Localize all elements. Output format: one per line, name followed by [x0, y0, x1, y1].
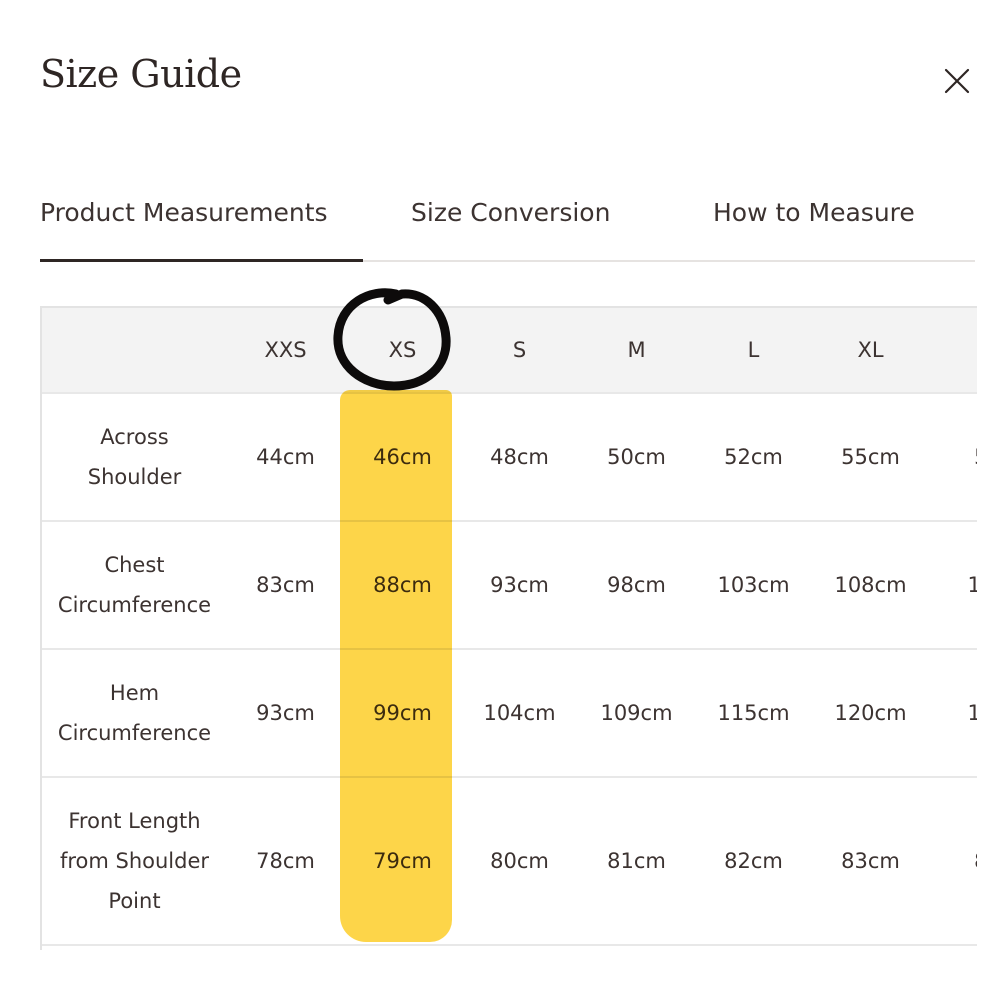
table-cell: 46cm [344, 393, 461, 522]
table-row: Across Shoulder 44cm 46cm 48cm 50cm 52cm … [42, 393, 977, 522]
row-label: Across Shoulder [42, 393, 227, 522]
table-cell: 83cm [227, 521, 344, 650]
table-cell: 108cm [812, 521, 929, 650]
table-row: Chest Circumference 83cm 88cm 93cm 98cm 1… [42, 521, 977, 650]
tab-how-to-measure[interactable]: How to Measure [713, 198, 915, 227]
table-cell: 58 [929, 393, 977, 522]
tab-product-measurements[interactable]: Product Measurements [40, 198, 328, 227]
row-label-line: Point [108, 889, 161, 913]
size-table-container[interactable]: XXS XS S M L XL X Across Shoulder 44cm 46… [40, 306, 977, 950]
row-label-line: Chest [104, 553, 165, 577]
table-cell: 125 [929, 649, 977, 778]
table-cell: 81cm [578, 777, 695, 946]
table-cell: 83cm [812, 777, 929, 946]
table-cell: 103cm [695, 521, 812, 650]
close-button[interactable] [940, 64, 974, 98]
table-row: Front Length from Shoulder Point 78cm 79cm… [42, 777, 977, 946]
row-label-line: Hem [109, 681, 160, 705]
tab-bar: Product Measurements Size Conversion How… [40, 188, 975, 262]
header-cell-size: X [929, 306, 977, 394]
table-cell: 55cm [812, 393, 929, 522]
size-table: XXS XS S M L XL X Across Shoulder 44cm 46… [42, 306, 977, 946]
row-label-line: from Shoulder [59, 849, 210, 873]
header-cell-empty [42, 306, 227, 394]
table-cell: 98cm [578, 521, 695, 650]
table-cell: 93cm [461, 521, 578, 650]
header-cell-size: XS [344, 306, 461, 394]
header-cell-size: XL [812, 306, 929, 394]
header-cell-size: XXS [227, 306, 344, 394]
row-label-line: Shoulder [87, 465, 182, 489]
table-cell: 120cm [812, 649, 929, 778]
row-label-line: Across [100, 425, 169, 449]
table-cell: 109cm [578, 649, 695, 778]
row-label-line: Circumference [57, 593, 212, 617]
row-label-line: Circumference [57, 721, 212, 745]
table-cell: 82cm [695, 777, 812, 946]
table-cell: 80cm [461, 777, 578, 946]
row-label: Hem Circumference [42, 649, 227, 778]
table-cell: 52cm [695, 393, 812, 522]
active-tab-indicator [40, 259, 363, 262]
tab-size-conversion[interactable]: Size Conversion [411, 198, 610, 227]
table-header-row: XXS XS S M L XL X [42, 306, 977, 394]
table-cell: 50cm [578, 393, 695, 522]
header-cell-size: S [461, 306, 578, 394]
row-label: Front Length from Shoulder Point [42, 777, 227, 946]
page-title: Size Guide [40, 52, 242, 96]
table-cell: 113 [929, 521, 977, 650]
table-cell: 84 [929, 777, 977, 946]
row-label-line: Front Length [68, 809, 201, 833]
header-cell-size: M [578, 306, 695, 394]
table-cell: 88cm [344, 521, 461, 650]
table-cell: 48cm [461, 393, 578, 522]
table-cell: 104cm [461, 649, 578, 778]
table-cell: 78cm [227, 777, 344, 946]
table-cell: 115cm [695, 649, 812, 778]
table-cell: 79cm [344, 777, 461, 946]
table-cell: 93cm [227, 649, 344, 778]
close-icon [944, 68, 970, 94]
table-row: Hem Circumference 93cm 99cm 104cm 109cm 1… [42, 649, 977, 778]
header-cell-size: L [695, 306, 812, 394]
row-label: Chest Circumference [42, 521, 227, 650]
table-cell: 99cm [344, 649, 461, 778]
table-cell: 44cm [227, 393, 344, 522]
